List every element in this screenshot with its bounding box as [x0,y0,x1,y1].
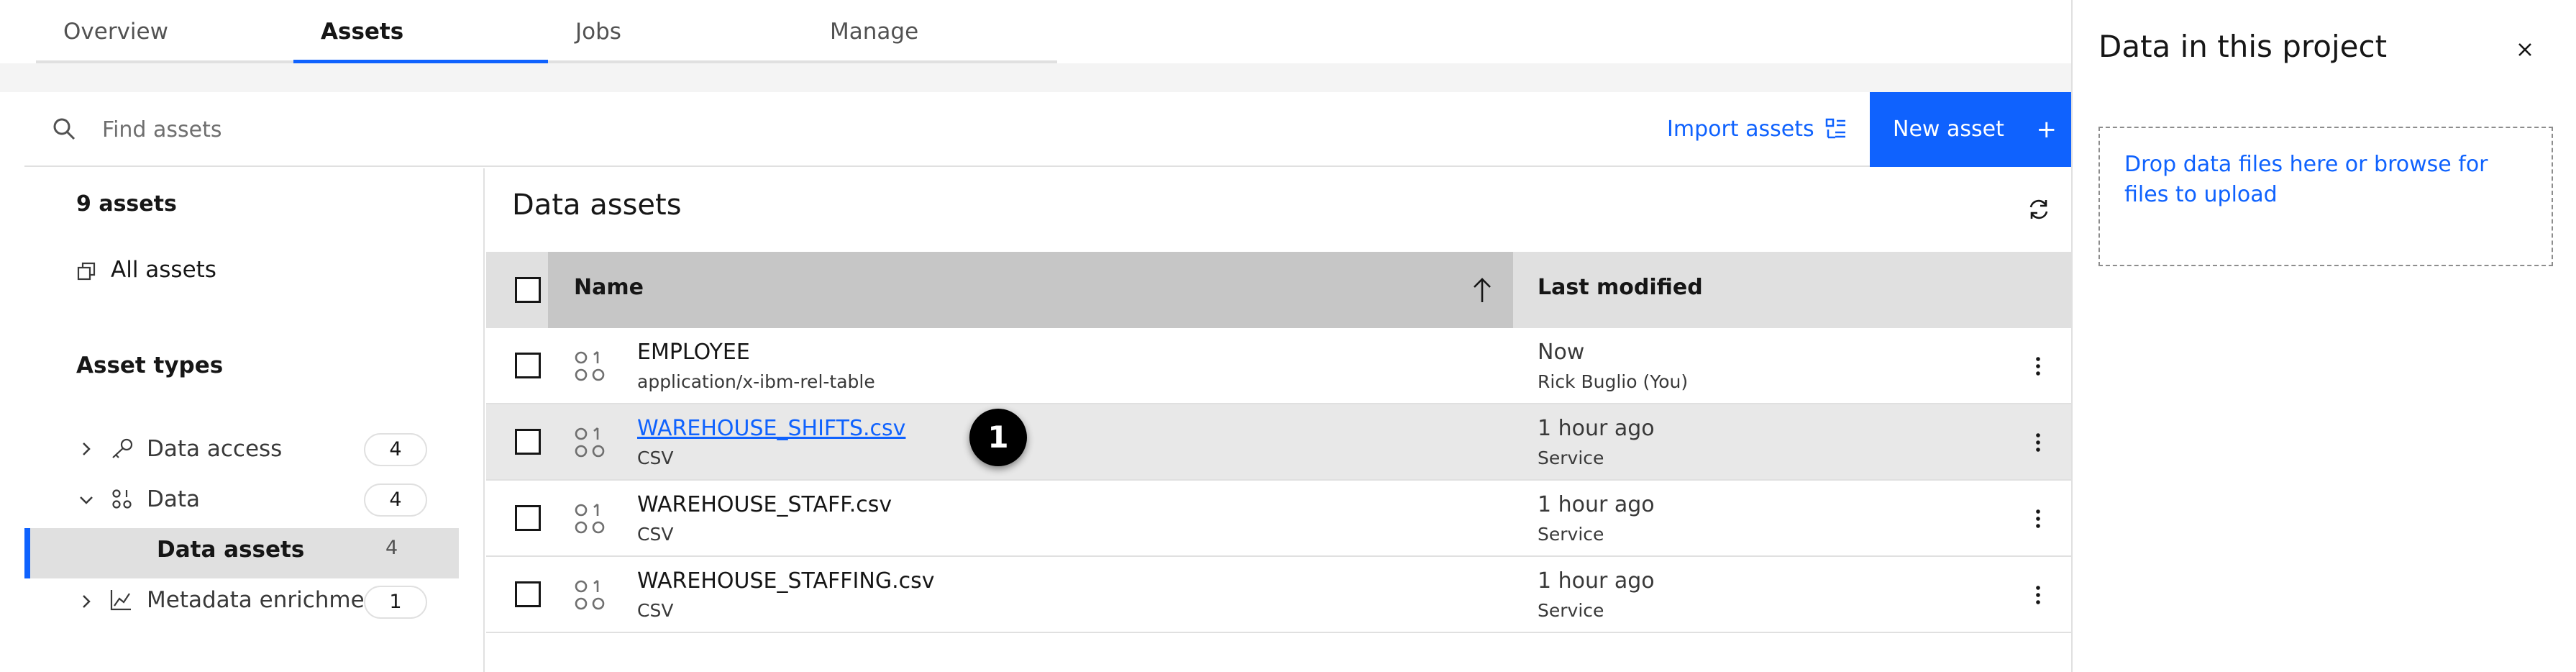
page-background-band [0,63,2071,92]
last-modified-column-header[interactable]: Last modified [1538,275,1703,300]
data-asset-icon [574,578,608,612]
row-checkbox[interactable] [515,505,541,531]
asset-name[interactable]: WAREHOUSE_STAFF.csv [637,492,892,517]
tab-overview-label: Overview [63,19,168,45]
row-checkbox[interactable] [515,581,541,607]
import-assets-button[interactable]: Import assets [1667,92,1814,167]
asset-type: application/x-ibm-rel-table [637,371,875,392]
tab-assets[interactable]: Assets [293,0,548,63]
row-checkbox[interactable] [515,429,541,455]
step-callout-badge: 1 [969,409,1027,466]
tab-jobs-label: Jobs [575,19,621,45]
name-column-label: Name [574,275,644,300]
tree-item-data[interactable]: Data [147,486,200,512]
select-all-checkbox[interactable] [515,277,541,303]
sort-arrow-up-icon[interactable] [1471,276,1493,304]
tab-bar: Overview Assets Jobs Manage [36,0,1057,63]
last-modified-by: Service [1538,448,1604,468]
import-assets-label: Import assets [1667,117,1814,142]
data-asset-icon [574,350,608,383]
last-modified-by: Rick Buglio (You) [1538,371,1689,392]
last-modified-by: Service [1538,600,1604,621]
drop-zone-text[interactable]: Drop data files here or browse for files… [2124,150,2513,210]
overflow-menu-icon[interactable] [2034,508,2042,530]
tab-assets-label: Assets [321,19,404,45]
last-modified-time: Now [1538,340,1585,365]
search-icon [52,117,76,141]
last-modified-time: 1 hour ago [1538,492,1655,517]
last-modified-time: 1 hour ago [1538,416,1655,441]
tree-item-data-assets-count: 4 [385,537,398,559]
name-column-header[interactable] [548,252,1513,328]
data-icon [111,488,134,511]
count-badge: 1 [364,586,427,619]
asset-type: CSV [637,524,674,545]
row-checkbox[interactable] [515,353,541,378]
chevron-down-icon[interactable] [78,494,95,508]
plus-icon: + [2036,115,2057,144]
search-input[interactable] [101,108,1107,151]
table-title: Data assets [512,189,682,222]
count-badge: 4 [364,483,427,517]
asset-type: CSV [637,448,674,468]
asset-type: CSV [637,600,674,621]
overflow-menu-icon[interactable] [2034,584,2042,606]
tree-item-data-assets-label: Data assets [157,537,305,563]
tree-item-data-access[interactable]: Data access [147,436,282,462]
tree-item-metadata-enrichment[interactable]: Metadata enrichment [147,587,388,613]
refresh-icon[interactable] [2027,197,2051,222]
close-icon[interactable] [2516,40,2534,59]
asset-types-heading: Asset types [76,353,224,378]
last-modified-time: 1 hour ago [1538,568,1655,594]
overflow-menu-icon[interactable] [2034,355,2042,377]
overflow-menu-icon[interactable] [2034,432,2042,453]
asset-name[interactable]: WAREHOUSE_STAFFING.csv [637,568,935,594]
table-row[interactable]: WAREHOUSE_STAFFING.csv CSV 1 hour ago Se… [486,557,2071,633]
asset-name-link[interactable]: WAREHOUSE_SHIFTS.csv [637,416,905,441]
table-row[interactable]: EMPLOYEE application/x-ibm-rel-table Now… [486,328,2071,404]
all-assets-icon [76,260,98,282]
table-row[interactable]: WAREHOUSE_SHIFTS.csv CSV 1 hour ago Serv… [486,404,2071,481]
table-row[interactable]: WAREHOUSE_STAFF.csv CSV 1 hour ago Servi… [486,481,2071,557]
chevron-right-icon[interactable] [79,440,93,458]
data-asset-icon [574,502,608,535]
asset-name[interactable]: EMPLOYEE [637,340,750,365]
chart-icon [109,589,132,612]
all-assets-link[interactable]: All assets [111,257,216,283]
data-asset-icon [574,426,608,459]
last-modified-by: Service [1538,524,1604,545]
new-asset-button[interactable]: New asset + [1870,92,2071,167]
tab-overview[interactable]: Overview [36,0,293,63]
tab-jobs[interactable]: Jobs [548,0,803,63]
chevron-right-icon[interactable] [79,593,93,610]
import-icon [1825,118,1847,140]
panel-title: Data in this project [2098,29,2388,64]
new-asset-label: New asset [1893,117,2004,142]
data-side-panel [2071,0,2576,672]
count-badge: 4 [364,433,427,466]
key-icon [109,437,134,459]
asset-count: 9 assets [76,191,177,217]
tab-manage-label: Manage [830,19,919,45]
tab-manage[interactable]: Manage [803,0,1057,63]
